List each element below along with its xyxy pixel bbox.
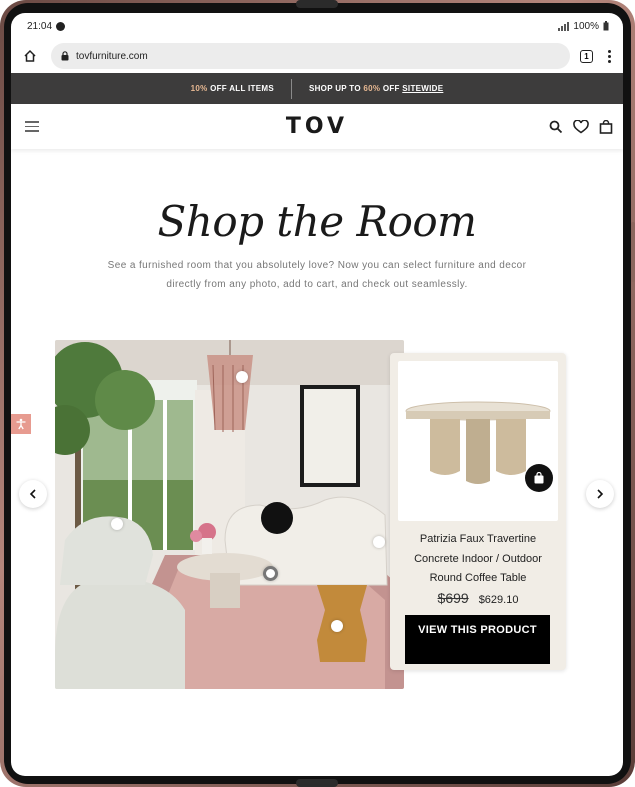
promo-left[interactable]: 10% OFF ALL ITEMS xyxy=(174,84,291,93)
view-product-button[interactable]: VIEW THIS PRODUCT xyxy=(405,615,550,664)
sale-price: $629.10 xyxy=(478,594,519,606)
tab-switcher-button[interactable]: 1 xyxy=(580,49,593,63)
home-icon[interactable] xyxy=(19,45,41,67)
original-price: $699 xyxy=(437,590,469,606)
promo-right[interactable]: SHOP UP TO 60% OFF SITEWIDE xyxy=(292,84,460,93)
page-description: See a furnished room that you absolutely… xyxy=(107,260,527,290)
promo-sitewide-link[interactable]: SITEWIDE xyxy=(402,84,443,93)
hotspot-chandelier[interactable] xyxy=(236,371,248,383)
browser-toolbar: tovfurniture.com 1 xyxy=(11,39,623,73)
signal-icon xyxy=(558,21,570,31)
menu-icon[interactable] xyxy=(25,121,39,132)
site-logo[interactable]: TOV xyxy=(286,114,348,139)
hinge-bottom xyxy=(296,779,338,787)
status-bar: 21:04 100% xyxy=(11,13,623,39)
promo-banner: 10% OFF ALL ITEMS SHOP UP TO 60% OFF SIT… xyxy=(11,73,623,104)
room-photo xyxy=(55,340,404,689)
bag-icon[interactable] xyxy=(599,119,613,134)
site-header: TOV xyxy=(11,104,623,149)
accessibility-icon[interactable] xyxy=(11,414,31,434)
notification-icon xyxy=(56,21,66,31)
lock-icon xyxy=(61,51,69,61)
device-frame: 21:04 100% tovfurniture.com 1 10% OFF AL… xyxy=(0,0,635,787)
hotspot-sofa[interactable] xyxy=(373,536,385,548)
chevron-right-icon xyxy=(597,489,604,499)
carousel-prev-button[interactable] xyxy=(19,480,47,508)
add-to-bag-button[interactable] xyxy=(525,464,553,492)
chevron-left-icon xyxy=(29,489,36,499)
hinge-top xyxy=(296,0,338,8)
side-button xyxy=(631,222,635,282)
hotspot-side-stool[interactable] xyxy=(331,620,343,632)
battery-icon xyxy=(603,21,609,31)
shopping-bag-icon xyxy=(534,472,544,484)
price-row: $699 $629.10 xyxy=(399,590,557,606)
promo-right-middle: OFF xyxy=(380,84,403,93)
address-bar[interactable]: tovfurniture.com xyxy=(51,43,570,69)
promo-right-prefix: SHOP UP TO xyxy=(308,84,364,93)
room-illustration xyxy=(55,340,404,689)
hotspot-coffee-table[interactable] xyxy=(263,566,278,581)
product-image[interactable] xyxy=(398,361,558,521)
carousel-next-button[interactable] xyxy=(586,480,614,508)
promo-left-accent: 10% xyxy=(190,84,208,93)
promo-left-text: OFF ALL ITEMS xyxy=(207,84,274,93)
promo-right-accent: 60% xyxy=(363,84,381,93)
product-name[interactable]: Patrizia Faux Travertine Concrete Indoor… xyxy=(399,530,557,589)
status-time: 21:04 xyxy=(27,20,53,32)
url-text: tovfurniture.com xyxy=(76,50,148,62)
page-title: Shop the Room xyxy=(157,197,478,246)
heart-icon[interactable] xyxy=(573,119,589,134)
screen: 21:04 100% tovfurniture.com 1 10% OFF AL… xyxy=(11,13,623,776)
hotspot-armchair[interactable] xyxy=(111,518,123,530)
search-icon[interactable] xyxy=(549,120,563,134)
browser-menu-icon[interactable] xyxy=(603,49,615,63)
battery-level: 100% xyxy=(573,20,599,32)
